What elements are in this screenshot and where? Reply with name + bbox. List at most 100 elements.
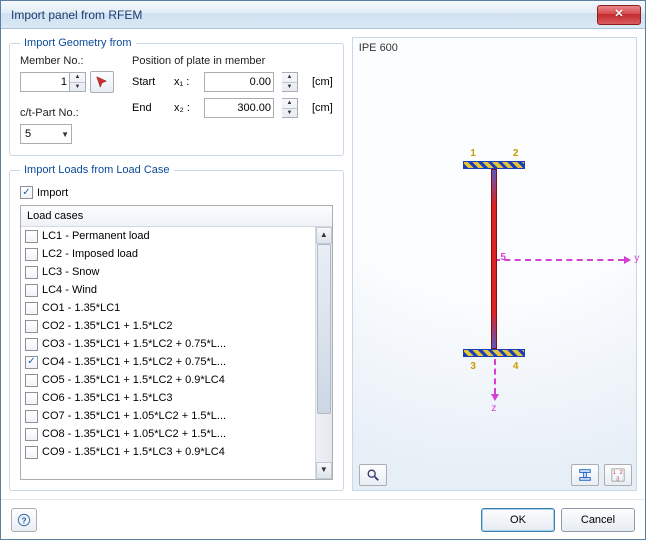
preview-canvas: y z 1 2 5 3 [353,58,636,460]
list-item-checkbox[interactable] [25,248,38,261]
list-item-checkbox[interactable] [25,284,38,297]
list-item-label: LC4 - Wind [42,284,97,296]
list-item-label: LC3 - Snow [42,266,99,278]
bottom-flange: 3 4 [463,349,525,357]
list-item-checkbox[interactable] [25,302,38,315]
dialog-footer: ? OK Cancel [1,499,645,539]
plate-pos-label: Position of plate in member [132,55,333,67]
preview-toolbar: 1 2 3 [353,460,636,490]
list-item-checkbox[interactable] [25,428,38,441]
x2-input[interactable] [204,98,274,118]
list-item-label: CO4 - 1.35*LC1 + 1.5*LC2 + 0.75*L... [42,356,226,368]
dialog-window: Import panel from RFEM ✕ Import Geometry… [0,0,646,540]
scroll-track[interactable] [316,244,332,462]
list-header[interactable]: Load cases [21,206,332,227]
member-no-input[interactable] [20,72,70,92]
member-no-spinner[interactable]: ▲▼ [70,72,86,92]
list-item-checkbox[interactable] [25,374,38,387]
group-import-loads: Import Loads from Load Case ✓ Import Loa… [9,164,344,491]
pick-arrow-icon [95,75,109,89]
list-item-checkbox[interactable]: ✓ [25,356,38,369]
dialog-content: Import Geometry from Member No.: ▲▼ [1,29,645,499]
x1-label: x₁ : [174,76,196,88]
list-item[interactable]: CO3 - 1.35*LC1 + 1.5*LC2 + 0.75*L... [21,335,315,353]
numbered-view-icon: 1 2 3 [611,468,625,482]
scrollbar[interactable]: ▲ ▼ [315,227,332,479]
zoom-button[interactable] [359,464,387,486]
list-item[interactable]: CO7 - 1.35*LC1 + 1.05*LC2 + 1.5*L... [21,407,315,425]
view-mode-1-button[interactable] [571,464,599,486]
ct-part-value: 5 [25,128,31,140]
chevron-down-icon: ▼ [61,130,69,139]
scroll-up-button[interactable]: ▲ [316,227,332,244]
list-item[interactable]: CO6 - 1.35*LC1 + 1.5*LC3 [21,389,315,407]
import-label: Import [37,187,68,199]
list-item[interactable]: LC4 - Wind [21,281,315,299]
list-item[interactable]: LC2 - Imposed load [21,245,315,263]
flange-num-3: 3 [470,361,476,372]
x1-input[interactable] [204,72,274,92]
list-body: LC1 - Permanent load LC2 - Imposed load LC… [21,227,315,479]
list-item-checkbox[interactable] [25,410,38,423]
list-item-label: CO7 - 1.35*LC1 + 1.05*LC2 + 1.5*L... [42,410,226,422]
list-item-checkbox[interactable] [25,392,38,405]
help-button[interactable]: ? [11,508,37,532]
x2-spinner[interactable]: ▲▼ [282,98,298,118]
list-item[interactable]: CO9 - 1.35*LC1 + 1.5*LC3 + 0.9*LC4 [21,443,315,461]
list-item-checkbox[interactable] [25,320,38,333]
close-button[interactable]: ✕ [597,5,641,25]
x2-unit: [cm] [312,102,333,114]
list-item[interactable]: CO5 - 1.35*LC1 + 1.5*LC2 + 0.9*LC4 [21,371,315,389]
ibeam-outline-icon [578,468,592,482]
z-axis-arrow-icon [491,394,499,401]
cancel-button[interactable]: Cancel [561,508,635,532]
load-cases-list: Load cases LC1 - Permanent load LC2 - Imp… [20,205,333,480]
list-item[interactable]: ✓ CO4 - 1.35*LC1 + 1.5*LC2 + 0.75*L... [21,353,315,371]
magnifier-icon [366,468,380,482]
list-item[interactable]: LC3 - Snow [21,263,315,281]
list-item[interactable]: LC1 - Permanent load [21,227,315,245]
list-item-checkbox[interactable] [25,230,38,243]
flange-num-1: 1 [470,148,476,159]
list-item-label: LC1 - Permanent load [42,230,150,242]
web: 5 [491,169,497,349]
scroll-down-button[interactable]: ▼ [316,462,332,479]
ok-button[interactable]: OK [481,508,555,532]
list-item-checkbox[interactable] [25,266,38,279]
close-icon: ✕ [614,8,623,20]
import-checkbox[interactable]: ✓ [20,186,33,199]
list-item-checkbox[interactable] [25,338,38,351]
view-mode-2-button[interactable]: 1 2 3 [604,464,632,486]
list-item-label: CO3 - 1.35*LC1 + 1.5*LC2 + 0.75*L... [42,338,226,350]
svg-text:?: ? [22,516,27,525]
y-axis-arrow-icon [624,256,631,264]
x1-unit: [cm] [312,76,333,88]
list-item-label: CO5 - 1.35*LC1 + 1.5*LC2 + 0.9*LC4 [42,374,225,386]
end-label: End [132,102,166,114]
scroll-thumb[interactable] [317,244,331,414]
member-no-label: Member No.: [20,55,120,67]
web-num-5: 5 [500,252,506,263]
flange-num-2: 2 [513,148,519,159]
section-preview: IPE 600 y z 1 2 [352,37,637,491]
z-axis-label: z [491,403,496,414]
y-axis-label: y [634,253,639,264]
list-item[interactable]: CO1 - 1.35*LC1 [21,299,315,317]
help-icon: ? [17,513,31,527]
list-item[interactable]: CO8 - 1.35*LC1 + 1.05*LC2 + 1.5*L... [21,425,315,443]
pick-member-button[interactable] [90,71,114,93]
list-item[interactable]: CO2 - 1.35*LC1 + 1.5*LC2 [21,317,315,335]
titlebar: Import panel from RFEM ✕ [1,1,645,29]
left-column: Import Geometry from Member No.: ▲▼ [9,37,344,491]
list-header-label: Load cases [27,210,83,222]
x1-spinner[interactable]: ▲▼ [282,72,298,92]
ct-part-combo[interactable]: 5 ▼ [20,124,72,144]
ct-part-label: c/t-Part No.: [20,107,120,119]
x2-label: x₂ : [174,102,196,114]
list-item-label: CO9 - 1.35*LC1 + 1.5*LC3 + 0.9*LC4 [42,446,225,458]
list-item-label: LC2 - Imposed load [42,248,138,260]
window-title: Import panel from RFEM [11,8,142,22]
right-column: IPE 600 y z 1 2 [352,37,637,491]
flange-num-4: 4 [513,361,519,372]
list-item-checkbox[interactable] [25,446,38,459]
